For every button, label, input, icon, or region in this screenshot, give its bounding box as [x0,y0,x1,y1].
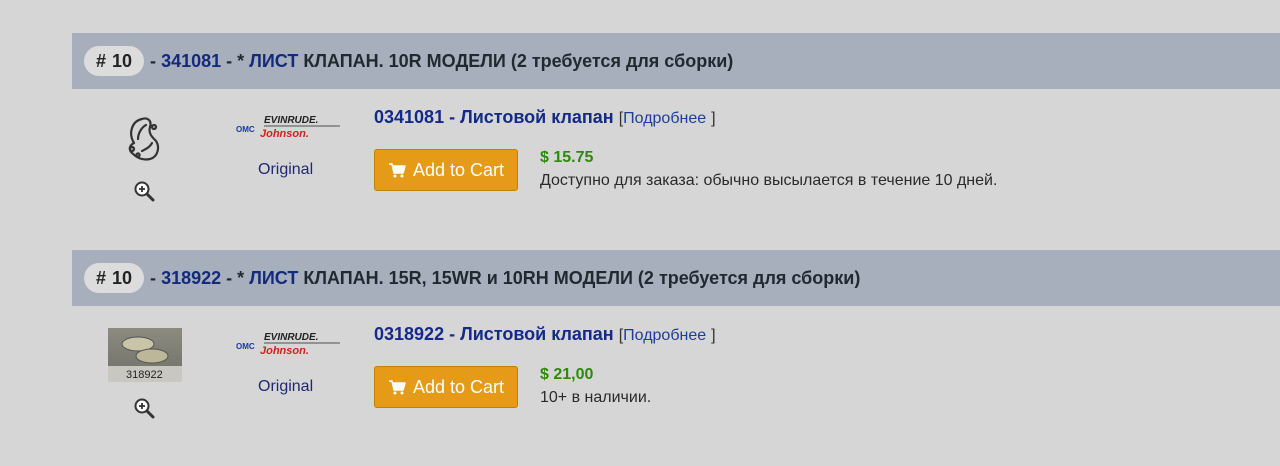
price: $ 15.75 [540,149,594,166]
evinrude-johnson-logo: OMC EVINRUDE. Johnson. [236,115,340,140]
header-title-highlight: ЛИСТ [249,50,299,71]
header-title-highlight: ЛИСТ [249,267,299,288]
brand-logo: OMC EVINRUDE. Johnson. [236,111,346,141]
product-title-line: 0318922 - Листовой клапан [Подробнее ] [374,324,716,345]
brand-johnson-text: Johnson. [260,345,309,357]
evinrude-johnson-logo: OMC EVINRUDE. Johnson. [236,332,340,357]
original-label: Original [258,378,314,395]
header-asterisk: * [237,267,245,288]
add-to-cart-button[interactable]: Add to Cart [374,366,518,408]
part-header-2: # 10 - 318922 - * ЛИСТ КЛАПАН. 15R, 15WR… [72,250,1280,306]
more-details-link[interactable]: Подробнее [623,327,706,344]
header-dash: - [226,50,233,71]
part-header-text: - 341081 - * ЛИСТ КЛАПАН. 10R МОДЕЛИ (2 … [150,51,733,72]
part-header-1: # 10 - 341081 - * ЛИСТ КЛАПАН. 10R МОДЕЛ… [72,33,1280,89]
product-row-2: 318922 OMC EVINRUDE. Johnson. Original 0… [72,306,1280,456]
brand-evinrude-text: EVINRUDE. [264,332,318,343]
product-row-1: OMC EVINRUDE. Johnson. Original 0341081 … [72,89,1280,239]
header-dash: - [226,267,233,288]
product-title-line: 0341081 - Листовой клапан [Подробнее ] [374,107,716,128]
item-number-badge: # 10 [84,46,145,76]
part-header-text: - 318922 - * ЛИСТ КЛАПАН. 15R, 15WR и 10… [150,268,860,289]
reed-valve-photo[interactable]: 318922 [108,328,182,382]
thumb-caption: 318922 [126,369,163,381]
header-dash: - [150,267,157,288]
brand-logo: OMC EVINRUDE. Johnson. [236,328,346,358]
bracket-close: ] [711,110,716,127]
availability-text: 10+ в наличии. [540,389,652,406]
bracket-close: ] [711,327,716,344]
header-part-number[interactable]: 318922 [161,268,221,288]
cart-icon [388,163,406,178]
badge-hash: # [96,50,107,71]
header-asterisk: * [237,50,245,71]
brand-omc-text: OMC [236,342,255,351]
more-details-link[interactable]: Подробнее [623,110,706,127]
zoom-in-icon[interactable] [132,396,156,420]
item-number-badge: # 10 [84,263,145,293]
add-to-cart-label: Add to Cart [412,376,505,397]
brand-johnson-text: Johnson. [260,128,309,140]
add-to-cart-button[interactable]: Add to Cart [374,149,518,191]
price: $ 21,00 [540,366,594,383]
brand-omc-text: OMC [236,125,255,134]
product-title-link[interactable]: 0318922 - Листовой клапан [374,324,614,344]
badge-number: 10 [112,267,133,288]
reed-valve-image: 318922 [108,336,182,382]
badge-number: 10 [112,50,133,71]
availability-text: Доступно для заказа: обычно высылается в… [540,172,998,189]
original-label: Original [258,161,314,178]
brand-evinrude-text: EVINRUDE. [264,115,318,126]
header-dash: - [150,50,157,71]
header-title-rest: КЛАПАН. 15R, 15WR и 10RH МОДЕЛИ (2 требу… [303,267,861,288]
cart-icon [388,380,406,395]
gasket-drawing-icon[interactable] [108,103,182,175]
header-part-number[interactable]: 341081 [161,51,221,71]
product-title-link[interactable]: 0341081 - Листовой клапан [374,107,614,127]
zoom-in-icon[interactable] [132,179,156,203]
header-title-rest: КЛАПАН. 10R МОДЕЛИ (2 требуется для сбор… [303,50,734,71]
add-to-cart-label: Add to Cart [412,159,505,180]
badge-hash: # [96,267,107,288]
